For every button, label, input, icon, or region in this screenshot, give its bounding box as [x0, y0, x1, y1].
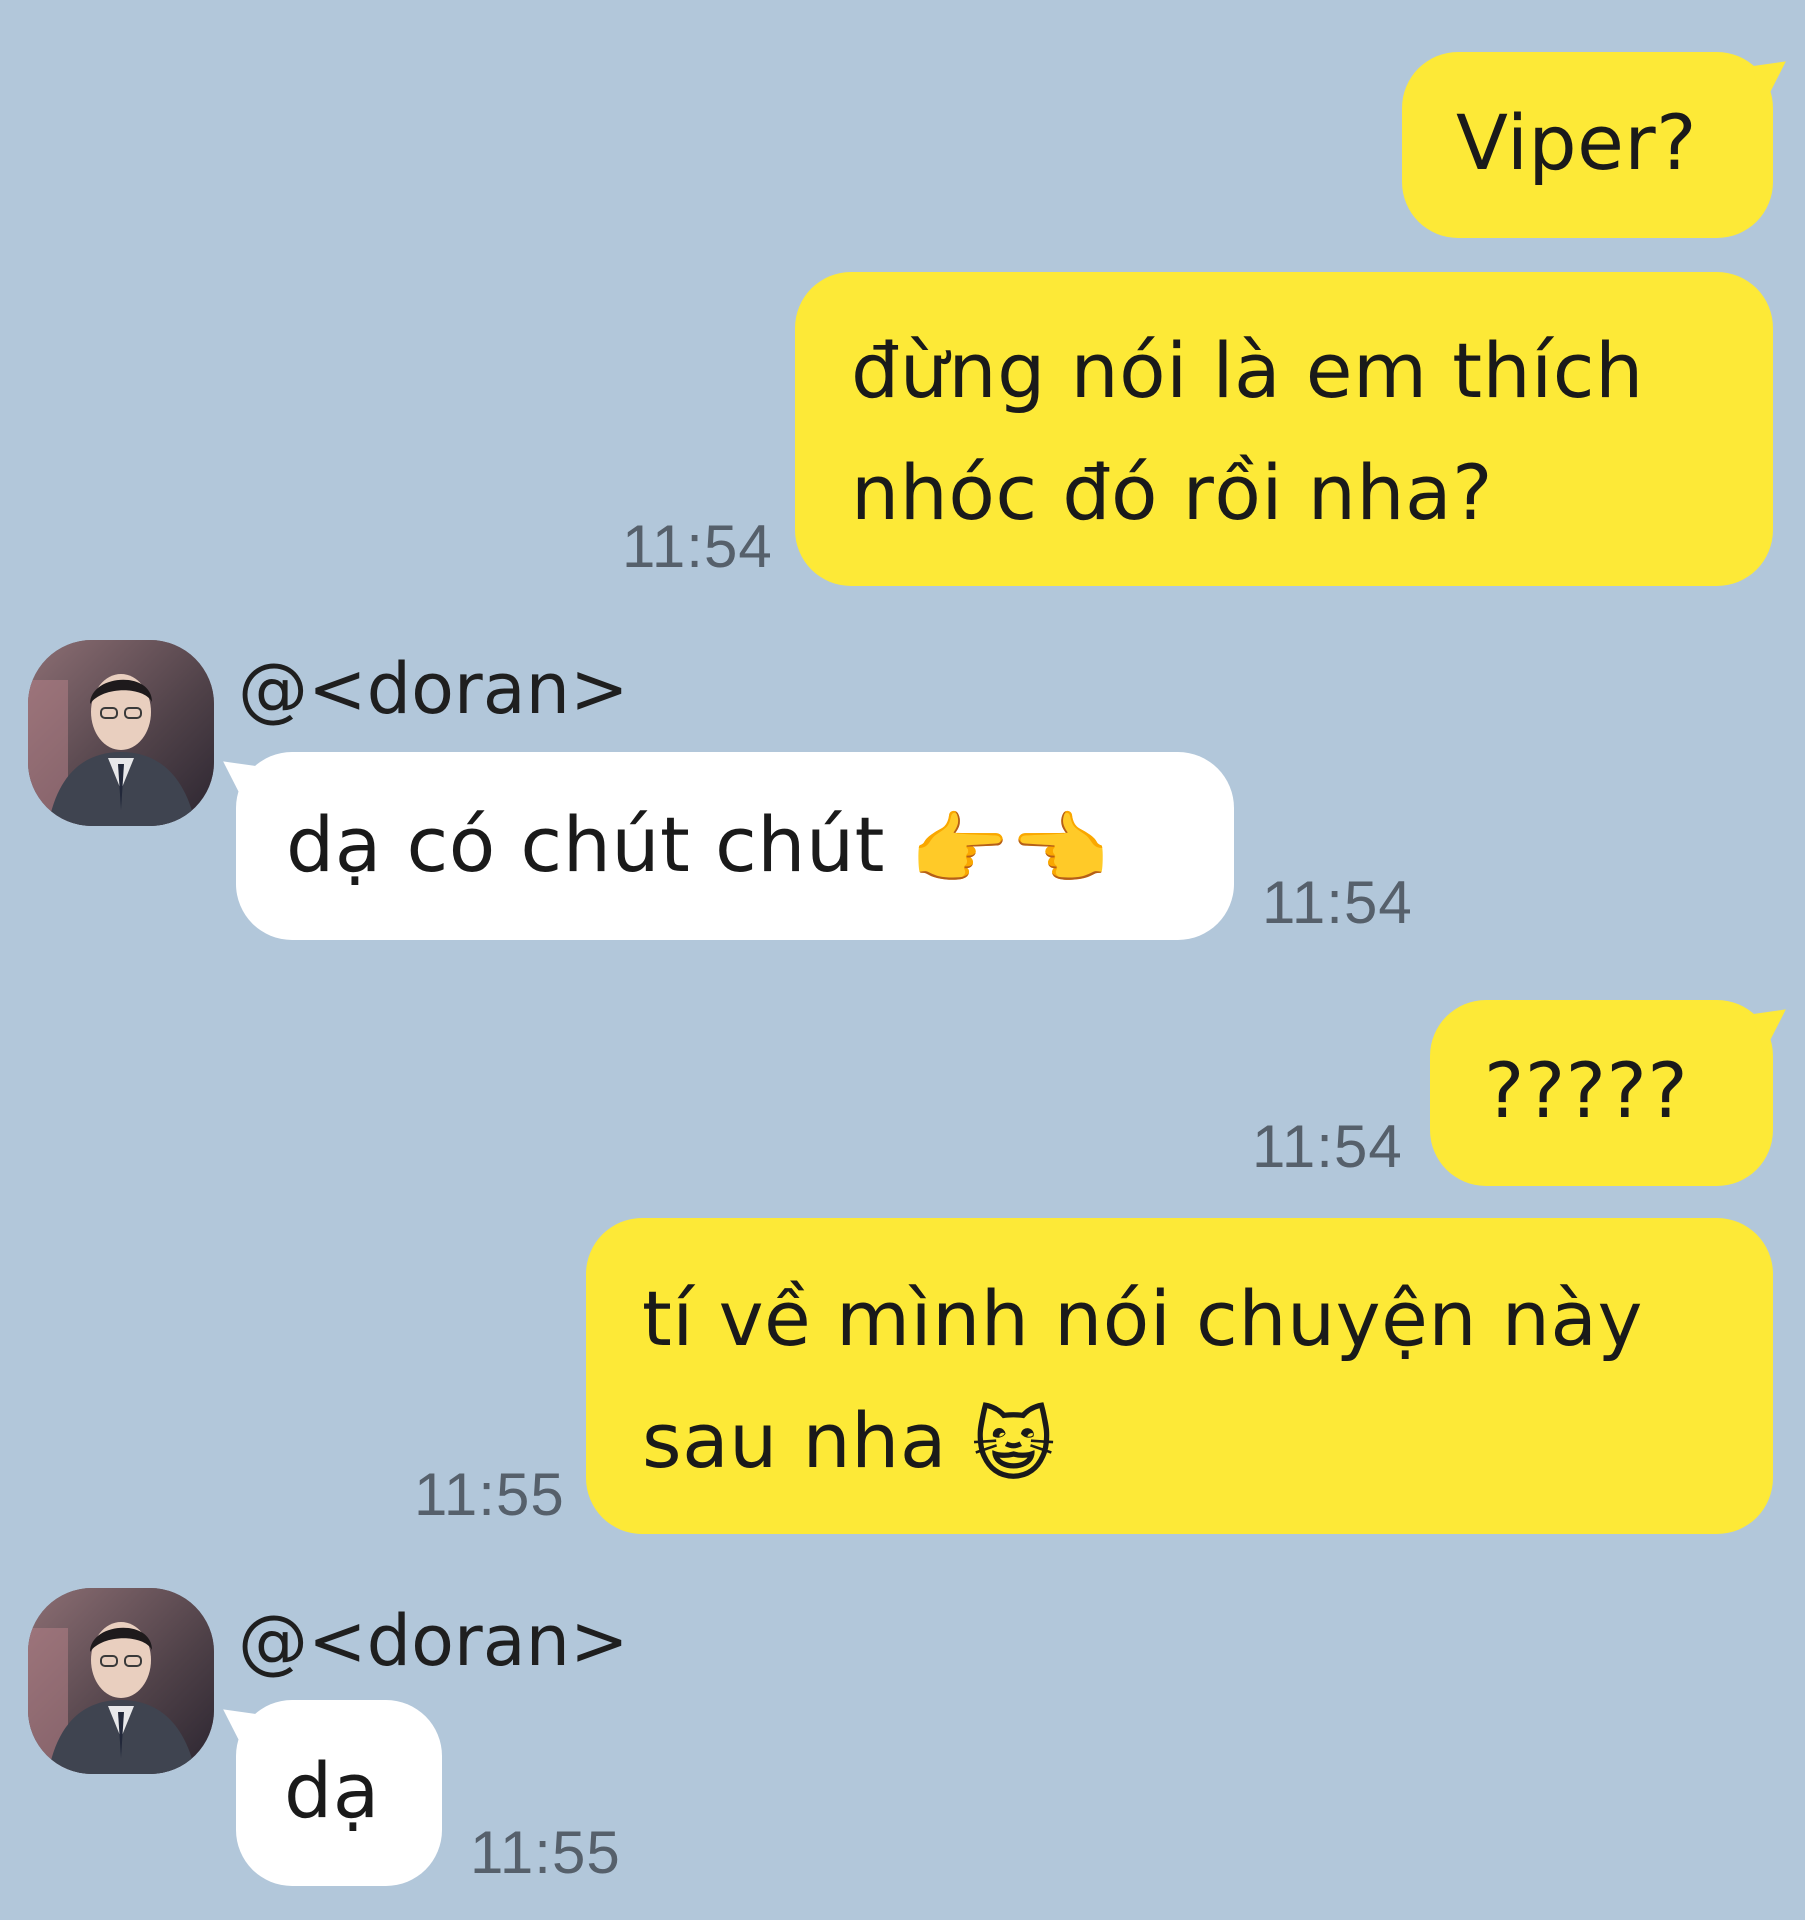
- message-bubble-outgoing[interactable]: ?????: [1430, 1000, 1773, 1186]
- message-timestamp: 11:55: [470, 1819, 621, 1886]
- message-timestamp: 11:55: [414, 1461, 565, 1528]
- profile-photo-icon: [28, 1588, 214, 1774]
- message-timestamp: 11:54: [1262, 869, 1413, 936]
- message-text: Viper?: [1456, 98, 1698, 187]
- cat-emoji-icon: 😺: [971, 1399, 1056, 1492]
- contact-name: @<doran>: [238, 648, 629, 730]
- message-timestamp: 11:54: [622, 513, 773, 580]
- pointing-fingers-emoji-icon: 👉👈: [909, 803, 1110, 896]
- message-text: dạ có chút chút 👉👈: [286, 800, 1110, 896]
- contact-name: @<doran>: [238, 1600, 629, 1682]
- message-text: tí về mình nói chuyện này sau nha 😺: [642, 1274, 1643, 1492]
- message-bubble-outgoing[interactable]: Viper?: [1402, 52, 1773, 238]
- avatar[interactable]: [28, 1588, 214, 1774]
- message-text: ?????: [1484, 1046, 1689, 1135]
- message-text: dạ: [284, 1746, 380, 1835]
- avatar[interactable]: [28, 640, 214, 826]
- message-timestamp: 11:54: [1252, 1113, 1403, 1180]
- profile-photo-icon: [28, 640, 214, 826]
- message-bubble-incoming[interactable]: dạ: [236, 1700, 442, 1886]
- message-bubble-outgoing[interactable]: tí về mình nói chuyện này sau nha 😺: [586, 1218, 1773, 1534]
- message-bubble-incoming[interactable]: dạ có chút chút 👉👈: [236, 752, 1234, 940]
- message-text: đừng nói là em thích nhóc đó rồi nha?: [851, 326, 1644, 537]
- message-bubble-outgoing[interactable]: đừng nói là em thích nhóc đó rồi nha?: [795, 272, 1773, 586]
